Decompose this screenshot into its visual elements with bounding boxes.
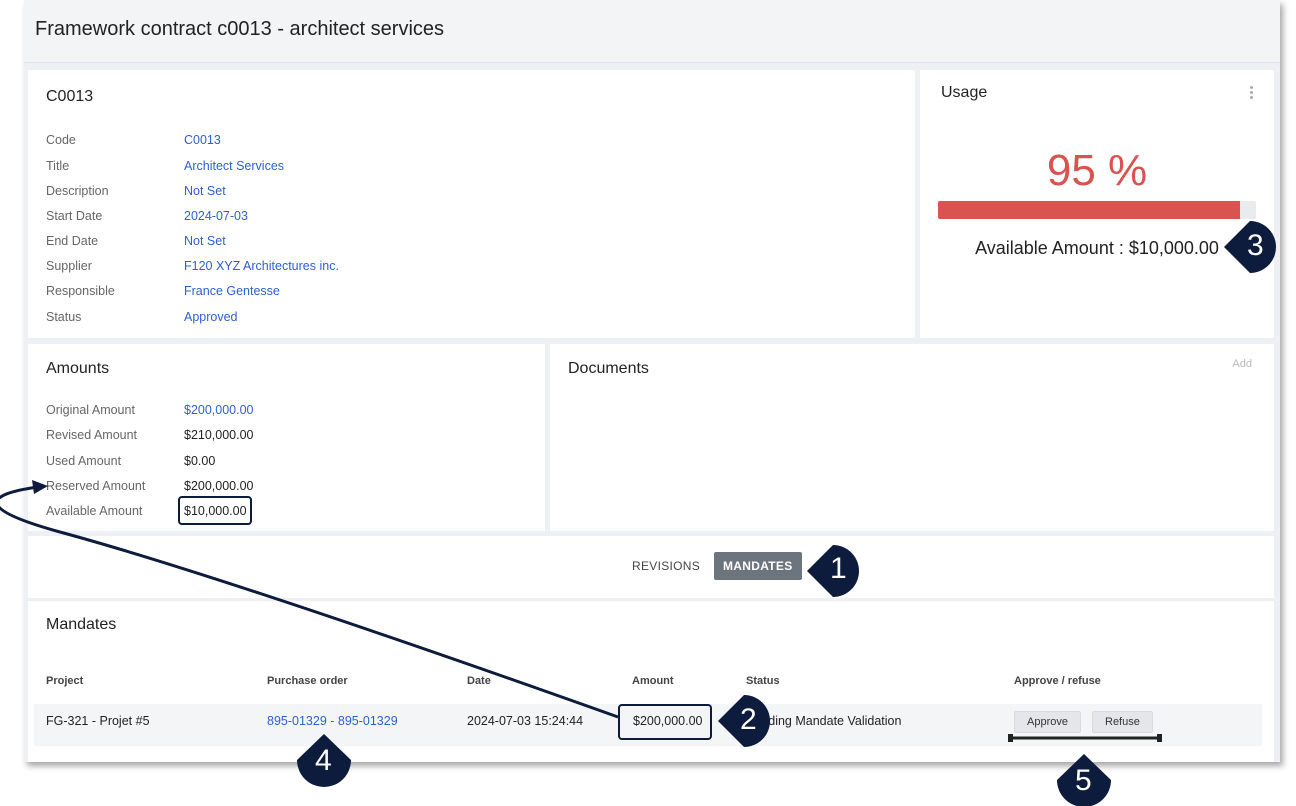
callout-4-label: 4: [315, 744, 332, 777]
start-date-value[interactable]: 2024-07-03: [184, 209, 248, 223]
used-amount-value: $0.00: [184, 454, 216, 468]
documents-card: Documents Add: [550, 344, 1274, 531]
used-amount-label: Used Amount: [46, 454, 122, 468]
callout-1-label: 1: [830, 552, 847, 585]
original-amount-value[interactable]: $200,000.00: [184, 403, 254, 417]
usage-percent: 95 %: [1046, 146, 1148, 195]
start-date-label: Start Date: [46, 209, 103, 223]
approve-button[interactable]: Approve: [1014, 711, 1081, 733]
title-label: Title: [46, 159, 70, 173]
row-purchase-order-link[interactable]: 895-01329 - 895-01329: [267, 714, 398, 728]
row-project: FG-321 - Projet #5: [46, 714, 150, 728]
add-document-link[interactable]: Add: [1232, 358, 1252, 370]
kebab-menu-icon[interactable]: [1250, 86, 1254, 101]
end-date-value[interactable]: Not Set: [184, 234, 226, 248]
description-label: Description: [46, 184, 109, 198]
details-card: C0013 Code C0013 Title Architect Service…: [28, 70, 915, 338]
description-value[interactable]: Not Set: [184, 184, 226, 198]
available-amount-label: Available Amount: [46, 504, 143, 518]
amounts-card-title: Amounts: [46, 360, 110, 377]
usage-progress-bar: [938, 201, 1256, 219]
revised-amount-value: $210,000.00: [184, 428, 254, 442]
contract-page: Framework contract c0013 - architect ser…: [24, 0, 1280, 762]
status-label: Status: [46, 310, 82, 324]
supplier-value[interactable]: F120 XYZ Architectures inc.: [184, 259, 339, 273]
row-date: 2024-07-03 15:24:44: [467, 714, 584, 728]
reserved-amount-value: $200,000.00: [184, 479, 254, 493]
column-header-amount: Amount: [632, 675, 674, 687]
page-title: Framework contract c0013 - architect ser…: [35, 18, 445, 40]
title-value[interactable]: Architect Services: [184, 159, 284, 173]
documents-card-title: Documents: [568, 360, 649, 377]
details-card-title: C0013: [46, 88, 94, 105]
column-header-project: Project: [46, 675, 84, 687]
code-value[interactable]: C0013: [184, 133, 221, 147]
callout-2-label: 2: [740, 703, 757, 736]
page-header: Framework contract c0013 - architect ser…: [24, 0, 1280, 63]
column-header-status: Status: [746, 675, 780, 687]
tab-mandates[interactable]: MANDATES: [714, 552, 802, 580]
mandates-card-title: Mandates: [46, 616, 117, 633]
tabs-bar: REVISIONS MANDATES: [28, 536, 1274, 598]
refuse-button[interactable]: Refuse: [1092, 711, 1153, 733]
callout-5-label: 5: [1075, 764, 1092, 797]
code-label: Code: [46, 133, 76, 147]
usage-card-title: Usage: [941, 84, 988, 101]
responsible-label: Responsible: [46, 284, 115, 298]
revised-amount-label: Revised Amount: [46, 428, 138, 442]
original-amount-label: Original Amount: [46, 403, 135, 417]
reserved-amount-label: Reserved Amount: [46, 479, 146, 493]
mandate-amount-highlight: [618, 704, 712, 740]
usage-progress-fill: [938, 201, 1241, 219]
end-date-label: End Date: [46, 234, 99, 248]
status-value[interactable]: Approved: [184, 310, 238, 324]
tab-revisions[interactable]: REVISIONS: [623, 552, 709, 580]
column-header-purchase-order: Purchase order: [267, 675, 348, 687]
callout-3-label: 3: [1247, 229, 1264, 262]
column-header-approve-refuse: Approve / refuse: [1014, 675, 1101, 687]
available-amount-highlight: [178, 496, 252, 525]
supplier-label: Supplier: [46, 259, 92, 273]
amounts-card: Amounts Original Amount $200,000.00 Revi…: [28, 344, 545, 531]
responsible-value[interactable]: France Gentesse: [184, 284, 280, 298]
column-header-date: Date: [467, 675, 491, 687]
usage-card: Usage 95 % Available Amount : $10,000.00: [920, 70, 1274, 338]
